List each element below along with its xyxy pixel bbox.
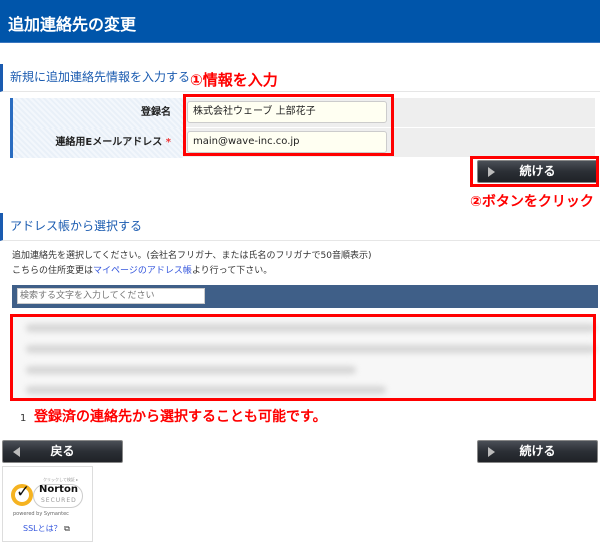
page-title: 追加連絡先の変更 <box>8 15 137 34</box>
search-bar <box>12 285 598 308</box>
address-book-link[interactable]: マイページのアドレス帳 <box>93 266 192 276</box>
button-annotation: ②ボタンをクリック <box>470 194 594 210</box>
input-annotation: ①情報を入力 <box>190 71 278 89</box>
ssl-link[interactable]: SSLとは？ <box>23 524 62 533</box>
new-window-icon: ⧉ <box>64 524 70 533</box>
required-mark: * <box>165 137 171 148</box>
page-header: 追加連絡先の変更 <box>0 0 600 43</box>
address-change-note: こちらの住所変更はマイページのアドレス帳より行って下さい。 <box>12 266 273 276</box>
highlight-box-form <box>183 94 394 156</box>
back-button[interactable]: 戻る <box>2 440 123 463</box>
name-label: 登録名 <box>13 98 183 128</box>
email-label: 連絡用Eメールアドレス <box>55 137 163 148</box>
list-annotation: 登録済の連絡先から選択することも可能です。 <box>34 409 327 425</box>
continue-button-bottom[interactable]: 続ける <box>477 440 598 463</box>
highlight-box-button <box>470 156 599 187</box>
new-contact-section-title: 新規に追加連絡先情報を入力する <box>0 64 600 92</box>
norton-badge[interactable]: クリックして検証 ▸ ✓ Norton SECURED powered by S… <box>2 466 93 542</box>
address-book-section-title: アドレス帳から選択する <box>0 213 600 241</box>
norton-check-icon: ✓ <box>11 482 33 506</box>
highlight-box-list <box>10 314 596 401</box>
page-number[interactable]: 1 <box>20 413 26 424</box>
search-input[interactable] <box>17 288 205 304</box>
address-description: 追加連絡先を選択してください。(会社名フリガナ、または氏名のフリガナで50音順表… <box>12 251 372 261</box>
